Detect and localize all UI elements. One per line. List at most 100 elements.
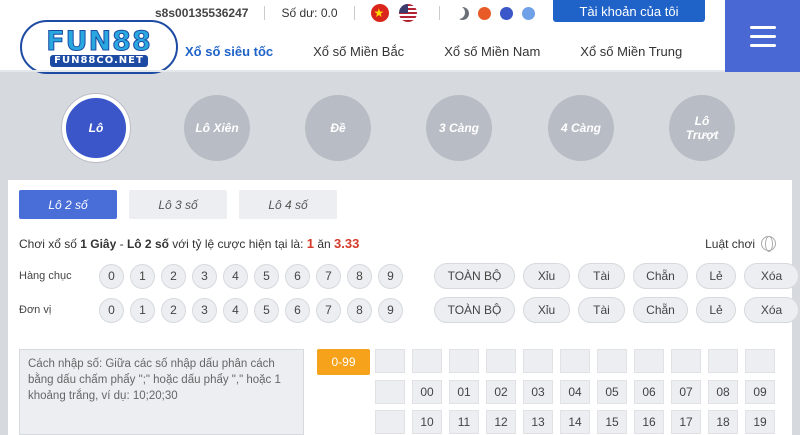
units-digit-2[interactable]: 2 [161, 297, 186, 323]
grid-number[interactable]: 10 [412, 410, 442, 434]
units-digit-6[interactable]: 6 [285, 297, 310, 323]
tens-row: Hàng chục 0 1 2 3 4 5 6 7 8 9 [19, 263, 409, 289]
grid-number[interactable]: 01 [449, 380, 479, 404]
grid-number[interactable]: 14 [560, 410, 590, 434]
units-small-button[interactable]: Xỉu [523, 297, 570, 323]
odds-an: ăn [314, 237, 335, 251]
tens-digit-2[interactable]: 2 [161, 263, 186, 289]
tens-digit-1[interactable]: 1 [130, 263, 155, 289]
grid-number[interactable]: 09 [745, 380, 775, 404]
tens-big-button[interactable]: Tài [578, 263, 625, 289]
globe-icon [761, 236, 776, 252]
units-digit-1[interactable]: 1 [130, 297, 155, 323]
subtab-lo-3-so[interactable]: Lô 3 số [129, 190, 227, 219]
units-all-button[interactable]: TOÀN BỘ [434, 297, 515, 323]
tens-digit-0[interactable]: 0 [99, 263, 124, 289]
tens-clear-button[interactable]: Xóa [744, 263, 799, 289]
divider [438, 6, 440, 20]
grid-number[interactable]: 19 [745, 410, 775, 434]
main-nav: Xổ số siêu tốc Xổ số Miền Bắc Xổ số Miền… [185, 44, 722, 65]
grid-number[interactable]: 06 [634, 380, 664, 404]
units-odd-button[interactable]: Lẻ [696, 297, 736, 323]
nav-item-north[interactable]: Xổ số Miền Bắc [313, 44, 404, 65]
grid-cell [486, 349, 516, 373]
grid-cell [560, 349, 590, 373]
game-type-lo-truot[interactable]: Lô Trượt [669, 95, 735, 161]
grid-cell [449, 349, 479, 373]
grid-cell [523, 349, 553, 373]
nav-item-south[interactable]: Xổ số Miền Nam [444, 44, 540, 65]
tens-label: Hàng chục [19, 270, 72, 282]
units-clear-button[interactable]: Xóa [744, 297, 799, 323]
subtab-lo-4-so[interactable]: Lô 4 số [239, 190, 337, 219]
grid-number[interactable]: 18 [708, 410, 738, 434]
number-grid-row-1: 10 11 12 13 14 15 16 17 18 19 [375, 410, 782, 434]
tens-digit-6[interactable]: 6 [285, 263, 310, 289]
number-input-area[interactable]: Cách nhập số: Giữa các số nhập dấu phân … [19, 349, 304, 435]
theme-blue-dot[interactable] [499, 6, 513, 20]
game-type-de[interactable]: Đề [305, 95, 371, 161]
units-digit-9[interactable]: 9 [378, 297, 403, 323]
units-big-button[interactable]: Tài [578, 297, 625, 323]
grid-number[interactable]: 00 [412, 380, 442, 404]
tens-even-button[interactable]: Chẵn [633, 263, 688, 289]
grid-number[interactable]: 15 [597, 410, 627, 434]
units-digit-5[interactable]: 5 [254, 297, 279, 323]
grid-number[interactable]: 05 [597, 380, 627, 404]
units-even-button[interactable]: Chẵn [633, 297, 688, 323]
tens-digit-8[interactable]: 8 [347, 263, 372, 289]
fun88-logo[interactable]: FUN88 FUN88CO.NET [20, 20, 178, 74]
rules-label: Luật chơi [705, 236, 755, 251]
theme-orange-dot[interactable] [477, 6, 491, 20]
hamburger-menu-button[interactable] [725, 0, 800, 72]
tens-digit-7[interactable]: 7 [316, 263, 341, 289]
us-flag-icon[interactable] [398, 4, 417, 22]
units-digit-7[interactable]: 7 [316, 297, 341, 323]
balance: Số dư: 0.0 [281, 6, 338, 20]
tens-digit-4[interactable]: 4 [223, 263, 248, 289]
game-type-4-cang[interactable]: 4 Càng [548, 95, 614, 161]
units-digit-0[interactable]: 0 [99, 297, 124, 323]
grid-number[interactable]: 12 [486, 410, 516, 434]
grid-number[interactable]: 11 [449, 410, 479, 434]
tens-digit-5[interactable]: 5 [254, 263, 279, 289]
odds-info: Chơi xổ số 1 Giây - Lô 2 số với tỷ lệ cư… [19, 236, 359, 251]
grid-number[interactable]: 02 [486, 380, 516, 404]
vietnam-flag-icon[interactable] [370, 4, 389, 22]
grid-number[interactable]: 17 [671, 410, 701, 434]
tens-small-button[interactable]: Xỉu [523, 263, 570, 289]
game-type-lo[interactable]: Lô [62, 94, 130, 162]
subtab-lo-2-so[interactable]: Lô 2 số [19, 190, 117, 219]
tens-digit-3[interactable]: 3 [192, 263, 217, 289]
game-type-lo-xien[interactable]: Lô Xiên [184, 95, 250, 161]
menu-bar [749, 43, 776, 47]
units-digit-4[interactable]: 4 [223, 297, 248, 323]
grid-cell [745, 349, 775, 373]
grid-number[interactable]: 07 [671, 380, 701, 404]
grid-number[interactable]: 08 [708, 380, 738, 404]
grid-number[interactable]: 03 [523, 380, 553, 404]
grid-number[interactable]: 16 [634, 410, 664, 434]
nav-item-super-fast[interactable]: Xổ số siêu tốc [185, 44, 273, 65]
grid-cell [412, 349, 442, 373]
tens-odd-button[interactable]: Lẻ [696, 263, 736, 289]
tens-all-button[interactable]: TOÀN BỘ [434, 263, 515, 289]
username: s8s00135536247 [155, 6, 249, 20]
units-quick-buttons: TOÀN BỘ Xỉu Tài Chẵn Lẻ Xóa [434, 297, 800, 323]
tens-digit-9[interactable]: 9 [378, 263, 403, 289]
grid-number[interactable]: 04 [560, 380, 590, 404]
units-digit-3[interactable]: 3 [192, 297, 217, 323]
tens-quick-buttons: TOÀN BỘ Xỉu Tài Chẵn Lẻ Xóa [434, 263, 800, 289]
grid-cell [634, 349, 664, 373]
moon-icon[interactable] [456, 7, 469, 20]
game-type-3-cang[interactable]: 3 Càng [426, 95, 492, 161]
theme-lightblue-dot[interactable] [521, 6, 535, 20]
nav-item-central[interactable]: Xổ số Miền Trung [580, 44, 682, 65]
units-digit-8[interactable]: 8 [347, 297, 372, 323]
rules-link[interactable]: Luật chơi [705, 236, 776, 252]
odds-dash: - [116, 237, 127, 251]
grid-number[interactable]: 13 [523, 410, 553, 434]
menu-bar [749, 25, 776, 29]
range-0-99-button[interactable]: 0-99 [317, 349, 370, 375]
my-account-button[interactable]: Tài khoản của tôi [553, 0, 705, 22]
